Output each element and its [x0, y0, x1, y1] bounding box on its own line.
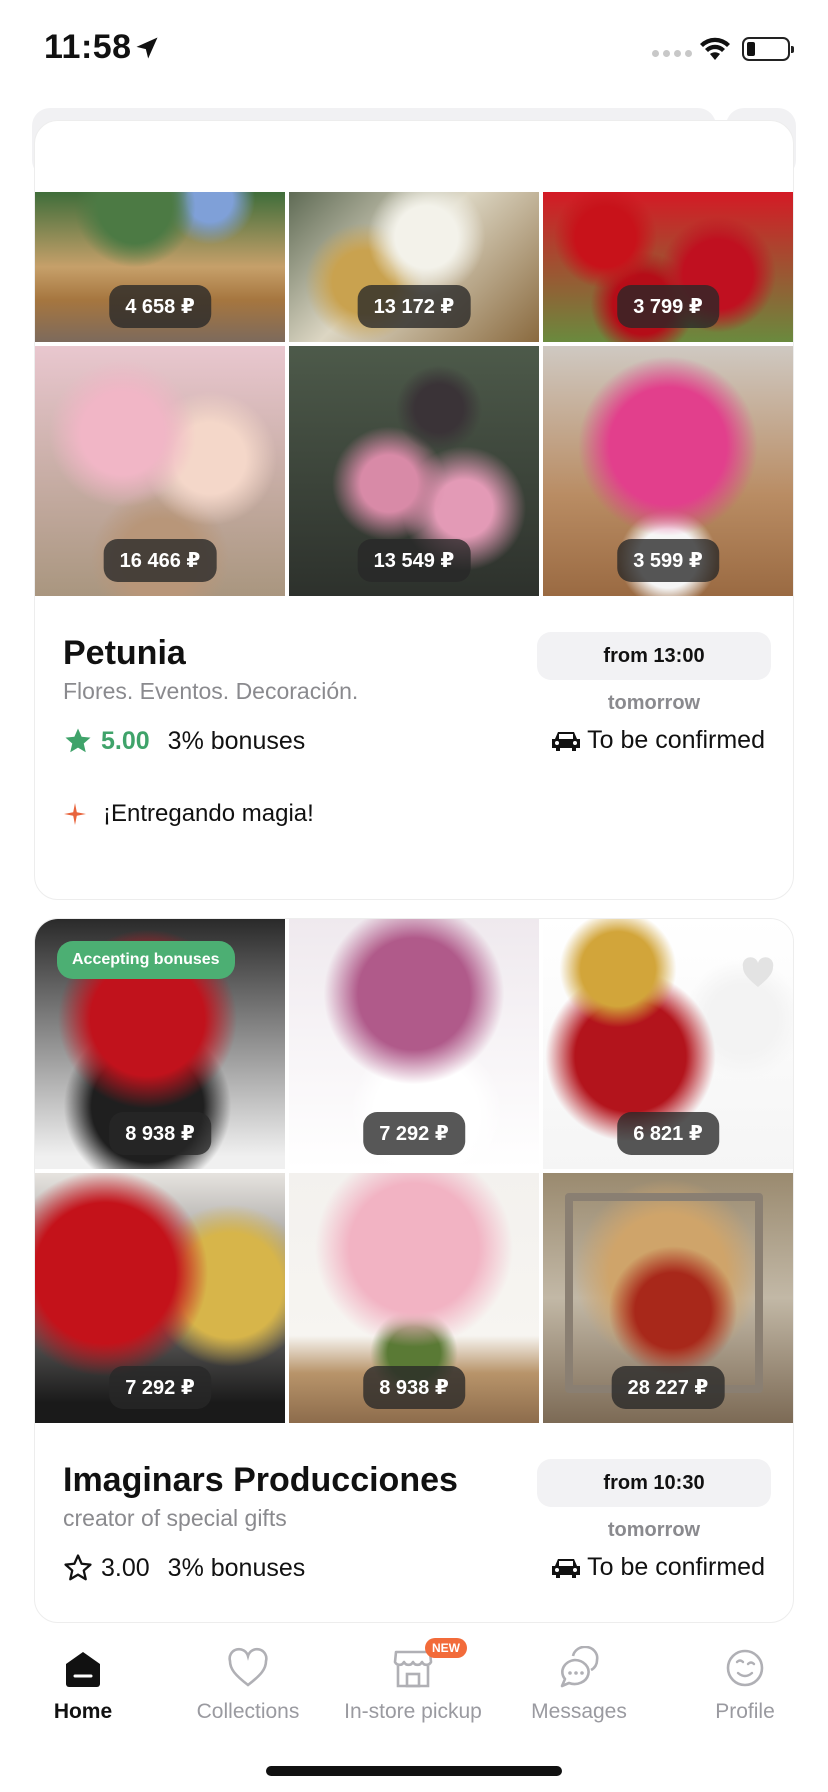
promo-line: ¡Entregando magia!: [63, 800, 314, 828]
sparkle-icon: [64, 803, 86, 825]
price-tag: 13 172 ₽: [357, 285, 471, 328]
tab-home[interactable]: Home: [0, 1646, 166, 1746]
cellular-signal-icon: [652, 50, 692, 57]
tab-label: Messages: [531, 1700, 627, 1723]
status-time: 11:58: [44, 28, 132, 66]
home-indicator: [266, 1766, 562, 1776]
tab-label: In-store pickup: [344, 1700, 482, 1723]
new-badge: NEW: [425, 1638, 467, 1658]
product-photo[interactable]: 28 227 ₽: [543, 1173, 793, 1423]
location-arrow-icon: [136, 37, 158, 59]
price-tag: 4 658 ₽: [109, 285, 211, 328]
price-tag: 3 799 ₽: [617, 285, 719, 328]
car-icon: [552, 731, 581, 751]
tab-label: Profile: [715, 1700, 775, 1723]
price-tag: 28 227 ₽: [611, 1366, 725, 1409]
tab-label: Collections: [196, 1700, 300, 1723]
tab-label: Home: [53, 1700, 113, 1723]
car-icon: [552, 1558, 581, 1578]
rating-value: 5.00: [101, 726, 150, 755]
price-tag: 13 549 ₽: [357, 539, 471, 582]
shop-name: Petunia: [63, 634, 186, 672]
star-filled-icon: [65, 728, 91, 753]
shop-subtitle: Flores. Eventos. Decoración.: [63, 678, 359, 704]
rating-value: 3.00: [101, 1553, 150, 1582]
product-photo[interactable]: 13 549 ₽: [289, 346, 539, 596]
product-photo[interactable]: 7 292 ₽: [35, 1173, 285, 1423]
heart-icon[interactable]: [741, 957, 775, 989]
price-tag: 7 292 ₽: [363, 1112, 465, 1155]
price-tag: 3 599 ₽: [617, 539, 719, 582]
delivery-day: tomorrow: [607, 1519, 701, 1541]
chat-bubbles-icon: [560, 1646, 599, 1688]
product-photo[interactable]: 6 821 ₽: [543, 919, 793, 1169]
picture-frame: [565, 1193, 763, 1393]
price-tag: 6 821 ₽: [617, 1112, 719, 1155]
product-photo[interactable]: 3 599 ₽: [543, 346, 793, 596]
product-grid: 4 658 ₽ 13 172 ₽ 3 799 ₽ 16 466 ₽ 13 549…: [35, 192, 793, 596]
delivery-status: To be confirmed: [549, 726, 765, 755]
product-photo[interactable]: 16 466 ₽: [35, 346, 285, 596]
rating-row: 5.00 3% bonuses: [63, 726, 305, 756]
delivery-status-label: To be confirmed: [587, 726, 765, 754]
price-tag: 7 292 ₽: [109, 1366, 211, 1409]
wifi-icon: [700, 37, 730, 60]
tab-in-store-pickup[interactable]: NEW In-store pickup: [330, 1638, 496, 1746]
store-icon-wrap: NEW: [391, 1638, 467, 1690]
tab-bar: Home Collections NEW In-store pickup Mes…: [0, 1630, 828, 1792]
tab-messages[interactable]: Messages: [496, 1646, 662, 1746]
status-bar: 11:58: [0, 0, 828, 100]
delivery-day: tomorrow: [607, 692, 701, 714]
battery-icon: [742, 37, 794, 61]
shop-info: Petunia Flores. Eventos. Decoración. 5.0…: [35, 596, 793, 886]
accepting-bonuses-badge: Accepting bonuses: [57, 941, 235, 979]
product-photo[interactable]: 8 938 ₽: [289, 1173, 539, 1423]
shop-card[interactable]: 4 658 ₽ 13 172 ₽ 3 799 ₽ 16 466 ₽ 13 549…: [34, 120, 794, 900]
product-photo[interactable]: 3 799 ₽: [543, 192, 793, 342]
star-outline-icon: [64, 1554, 92, 1581]
shop-card[interactable]: Accepting bonuses 8 938 ₽ 7 292 ₽ 6 821 …: [34, 918, 794, 1623]
delivery-status: To be confirmed: [549, 1553, 765, 1582]
bonus-label: 3% bonuses: [167, 1553, 306, 1582]
shop-name: Imaginars Producciones: [63, 1461, 458, 1499]
smiley-face-icon: [726, 1649, 764, 1687]
home-icon: [66, 1652, 100, 1687]
shop-subtitle: creator of special gifts: [63, 1505, 287, 1531]
product-grid: Accepting bonuses 8 938 ₽ 7 292 ₽ 6 821 …: [35, 919, 793, 1423]
tab-collections[interactable]: Collections: [165, 1646, 331, 1746]
price-tag: 8 938 ₽: [363, 1366, 465, 1409]
promo-text: ¡Entregando magia!: [103, 800, 314, 827]
shop-info: Imaginars Producciones creator of specia…: [35, 1423, 793, 1622]
product-photo[interactable]: Accepting bonuses 8 938 ₽: [35, 919, 285, 1169]
product-photo[interactable]: 4 658 ₽: [35, 192, 285, 342]
product-photo[interactable]: 13 172 ₽: [289, 192, 539, 342]
rating-row: 3.00 3% bonuses: [63, 1553, 305, 1583]
delivery-time-pill: from 13:00: [537, 632, 771, 680]
price-tag: 8 938 ₽: [109, 1112, 211, 1155]
heart-icon: [228, 1647, 268, 1687]
tab-profile[interactable]: Profile: [662, 1646, 828, 1746]
delivery-time-pill: from 10:30: [537, 1459, 771, 1507]
price-tag: 16 466 ₽: [103, 539, 217, 582]
product-photo[interactable]: 7 292 ₽: [289, 919, 539, 1169]
bonus-label: 3% bonuses: [167, 726, 306, 755]
delivery-status-label: To be confirmed: [587, 1553, 765, 1581]
